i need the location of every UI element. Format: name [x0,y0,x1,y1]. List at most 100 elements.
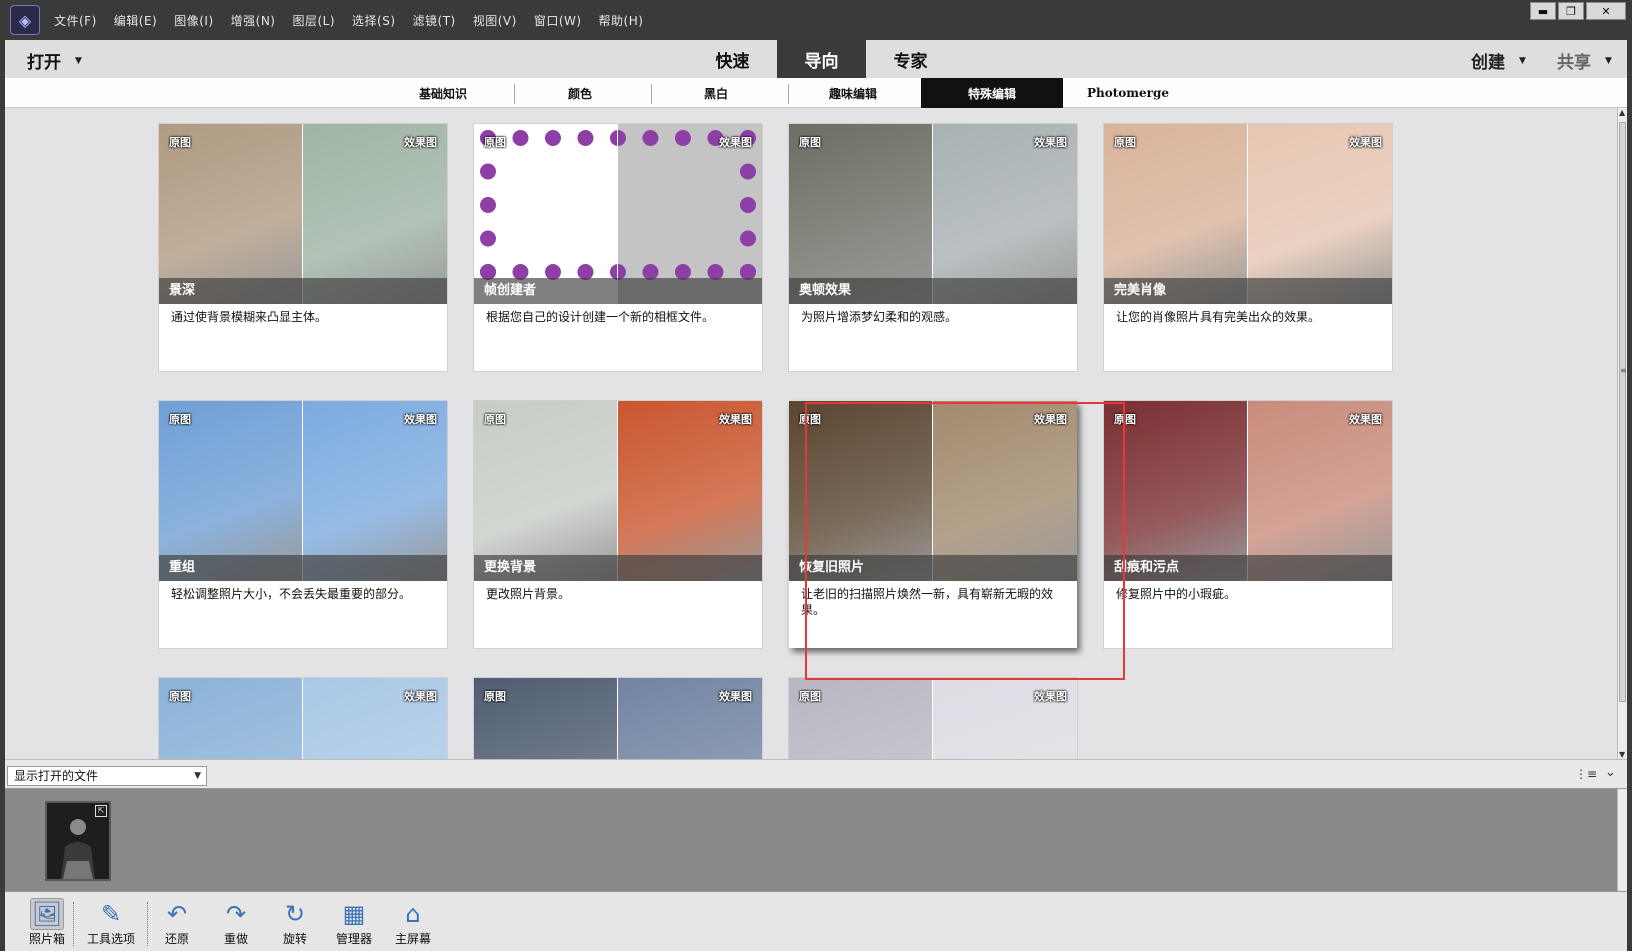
tab-color[interactable]: 颜色 [509,78,651,108]
before-after-divider [617,678,618,759]
before-image [159,401,303,581]
maximize-button[interactable]: ❐ [1558,2,1584,20]
close-button[interactable]: ✕ [1586,2,1626,20]
card-preview-image: 原图 效果图 景深 [159,124,447,304]
bin-source-select[interactable]: 显示打开的文件 ▼ [7,766,207,786]
frame-creator-card[interactable]: 原图 效果图 帧创建者 根据您自己的设计创建一个新的相框文件。 [474,124,762,371]
tab-fun-edits[interactable]: 趣味编辑 [782,78,924,108]
scroll-up-icon[interactable]: ▲ [1619,108,1625,117]
collapse-icon[interactable]: ⌄ [1605,765,1616,780]
bin-scrollbar[interactable] [1617,789,1627,891]
tab-special-edits[interactable]: 特殊编辑 [921,78,1063,108]
photo-bin-header: 显示打开的文件 ▼ ⋮≡ ⌄ [5,759,1627,789]
toolbar-separator [147,902,148,946]
before-after-divider [1247,401,1248,581]
depth-of-field-card[interactable]: 原图 效果图 景深 通过使背景模糊来凸显主体。 [159,124,447,371]
selection-highlight [805,402,1125,680]
chevron-down-icon: ▼ [75,55,82,66]
home-button[interactable]: ⌂ 主屏幕 [385,898,441,947]
tab-guided[interactable]: 导向 [777,40,866,78]
list-options-icon[interactable]: ⋮≡ [1575,767,1597,781]
tab-black-white[interactable]: 黑白 [645,78,787,108]
photo-bin-button[interactable]: 🖼 照片箱 [19,898,75,947]
scroll-down-icon[interactable]: ▼ [1619,750,1625,759]
tab-basics[interactable]: 基础知识 [372,78,514,108]
menu-edit[interactable]: 编辑(E) [114,12,157,29]
toolbar-label: 管理器 [335,932,372,946]
card-preview-image: 原图 效果图 完美肖像 [1104,124,1392,304]
recompose-card[interactable]: 原图 效果图 重组 轻松调整照片大小，不会丢失最重要的部分。 [159,401,447,648]
tool-options-button[interactable]: ✎ 工具选项 [83,898,139,947]
before-image [1104,124,1248,304]
undo-button[interactable]: ↶ 还原 [149,898,205,947]
vertical-scrollbar[interactable]: ▲ ≡ ▼ [1617,108,1627,759]
before-image [789,124,933,304]
menu-file[interactable]: 文件(F) [54,12,97,29]
app-logo-icon: ◈ [10,5,40,35]
after-tag: 效果图 [1034,136,1067,149]
after-tag: 效果图 [404,136,437,149]
scrollbar-thumb[interactable] [1619,122,1626,702]
toolbar-label: 照片箱 [28,932,65,946]
card-title: 完美肖像 [1114,283,1167,298]
create-button[interactable]: 创建 ▼ [1471,48,1526,73]
before-tag: 原图 [169,690,191,703]
before-tag: 原图 [484,690,506,703]
after-image [618,401,762,581]
perfect-portrait-card[interactable]: 原图 效果图 完美肖像 让您的肖像照片具有完美出众的效果。 [1104,124,1392,371]
more-card-2[interactable]: 原图 效果图 [474,678,762,759]
organizer-icon: ▦ [342,900,366,928]
rotate-icon: ↻ [284,900,306,928]
after-image [1248,401,1392,581]
card-title: 帧创建者 [484,283,537,298]
tab-expert[interactable]: 专家 [866,40,955,78]
more-card-1[interactable]: 原图 效果图 [159,678,447,759]
after-tag: 效果图 [1034,690,1067,703]
after-image [1248,124,1392,304]
redo-icon: ↷ [225,900,247,928]
minimize-button[interactable]: ▬ [1530,2,1556,20]
more-card-3[interactable]: 原图 效果图 [789,678,1077,759]
tab-photomerge[interactable]: Photomerge [1057,78,1199,108]
open-button[interactable]: 打开 ▼ [27,48,82,73]
open-file-thumbnail[interactable]: ⇱ [45,801,111,881]
chevron-down-icon: ▼ [1605,55,1612,66]
menu-layer[interactable]: 图层(L) [292,12,335,29]
after-tag: 效果图 [719,413,752,426]
toolbar-label: 还原 [164,932,189,946]
menu-filter[interactable]: 滤镜(T) [413,12,456,29]
card-title: 重组 [169,560,196,575]
menu-window[interactable]: 窗口(W) [534,12,582,29]
before-after-divider [302,124,303,304]
replace-background-card[interactable]: 原图 效果图 更换背景更改照片背景。 [474,401,762,648]
card-preview-image: 原图 效果图 更换背景 [474,401,762,581]
toolbar-label: 主屏幕 [394,932,431,946]
card-preview-image: 原图 效果图 [789,678,1077,759]
menu-view[interactable]: 视图(V) [473,12,517,29]
before-tag: 原图 [484,136,506,149]
menu-select[interactable]: 选择(S) [352,12,395,29]
orton-effect-card[interactable]: 原图 效果图 奥顿效果 为照片增添梦幻柔和的观感。 [789,124,1077,371]
menu-image[interactable]: 图像(I) [174,12,213,29]
redo-button[interactable]: ↷ 重做 [208,898,264,947]
card-description: 更改照片背景。 [486,587,571,601]
open-label: 打开 [27,53,61,73]
organizer-button[interactable]: ▦ 管理器 [326,898,382,947]
card-preview-image: 原图 效果图 [474,678,762,759]
card-title-band [159,278,447,304]
tab-quick[interactable]: 快速 [688,40,777,78]
menu-enhance[interactable]: 增强(N) [231,12,276,29]
rotate-button[interactable]: ↻ 旋转 [267,898,323,947]
chevron-down-icon: ▼ [194,771,201,781]
menu-bar: ◈ 文件(F) 编辑(E) 图像(I) 增强(N) 图层(L) 选择(S) 滤镜… [0,0,1632,40]
share-button[interactable]: 共享 ▼ [1557,48,1612,73]
after-tag: 效果图 [1349,413,1382,426]
after-image [303,124,447,304]
menu-help[interactable]: 帮助(H) [599,12,644,29]
photo-bin: ⇱ [5,789,1617,891]
card-preview-image: 原图 效果图 刮痕和污点 [1104,401,1392,581]
after-tag: 效果图 [719,136,752,149]
scratches-blemishes-card[interactable]: 原图 效果图 刮痕和污点 修复照片中的小瑕疵。 [1104,401,1392,648]
card-title: 景深 [169,283,196,298]
home-icon: ⌂ [405,900,421,928]
